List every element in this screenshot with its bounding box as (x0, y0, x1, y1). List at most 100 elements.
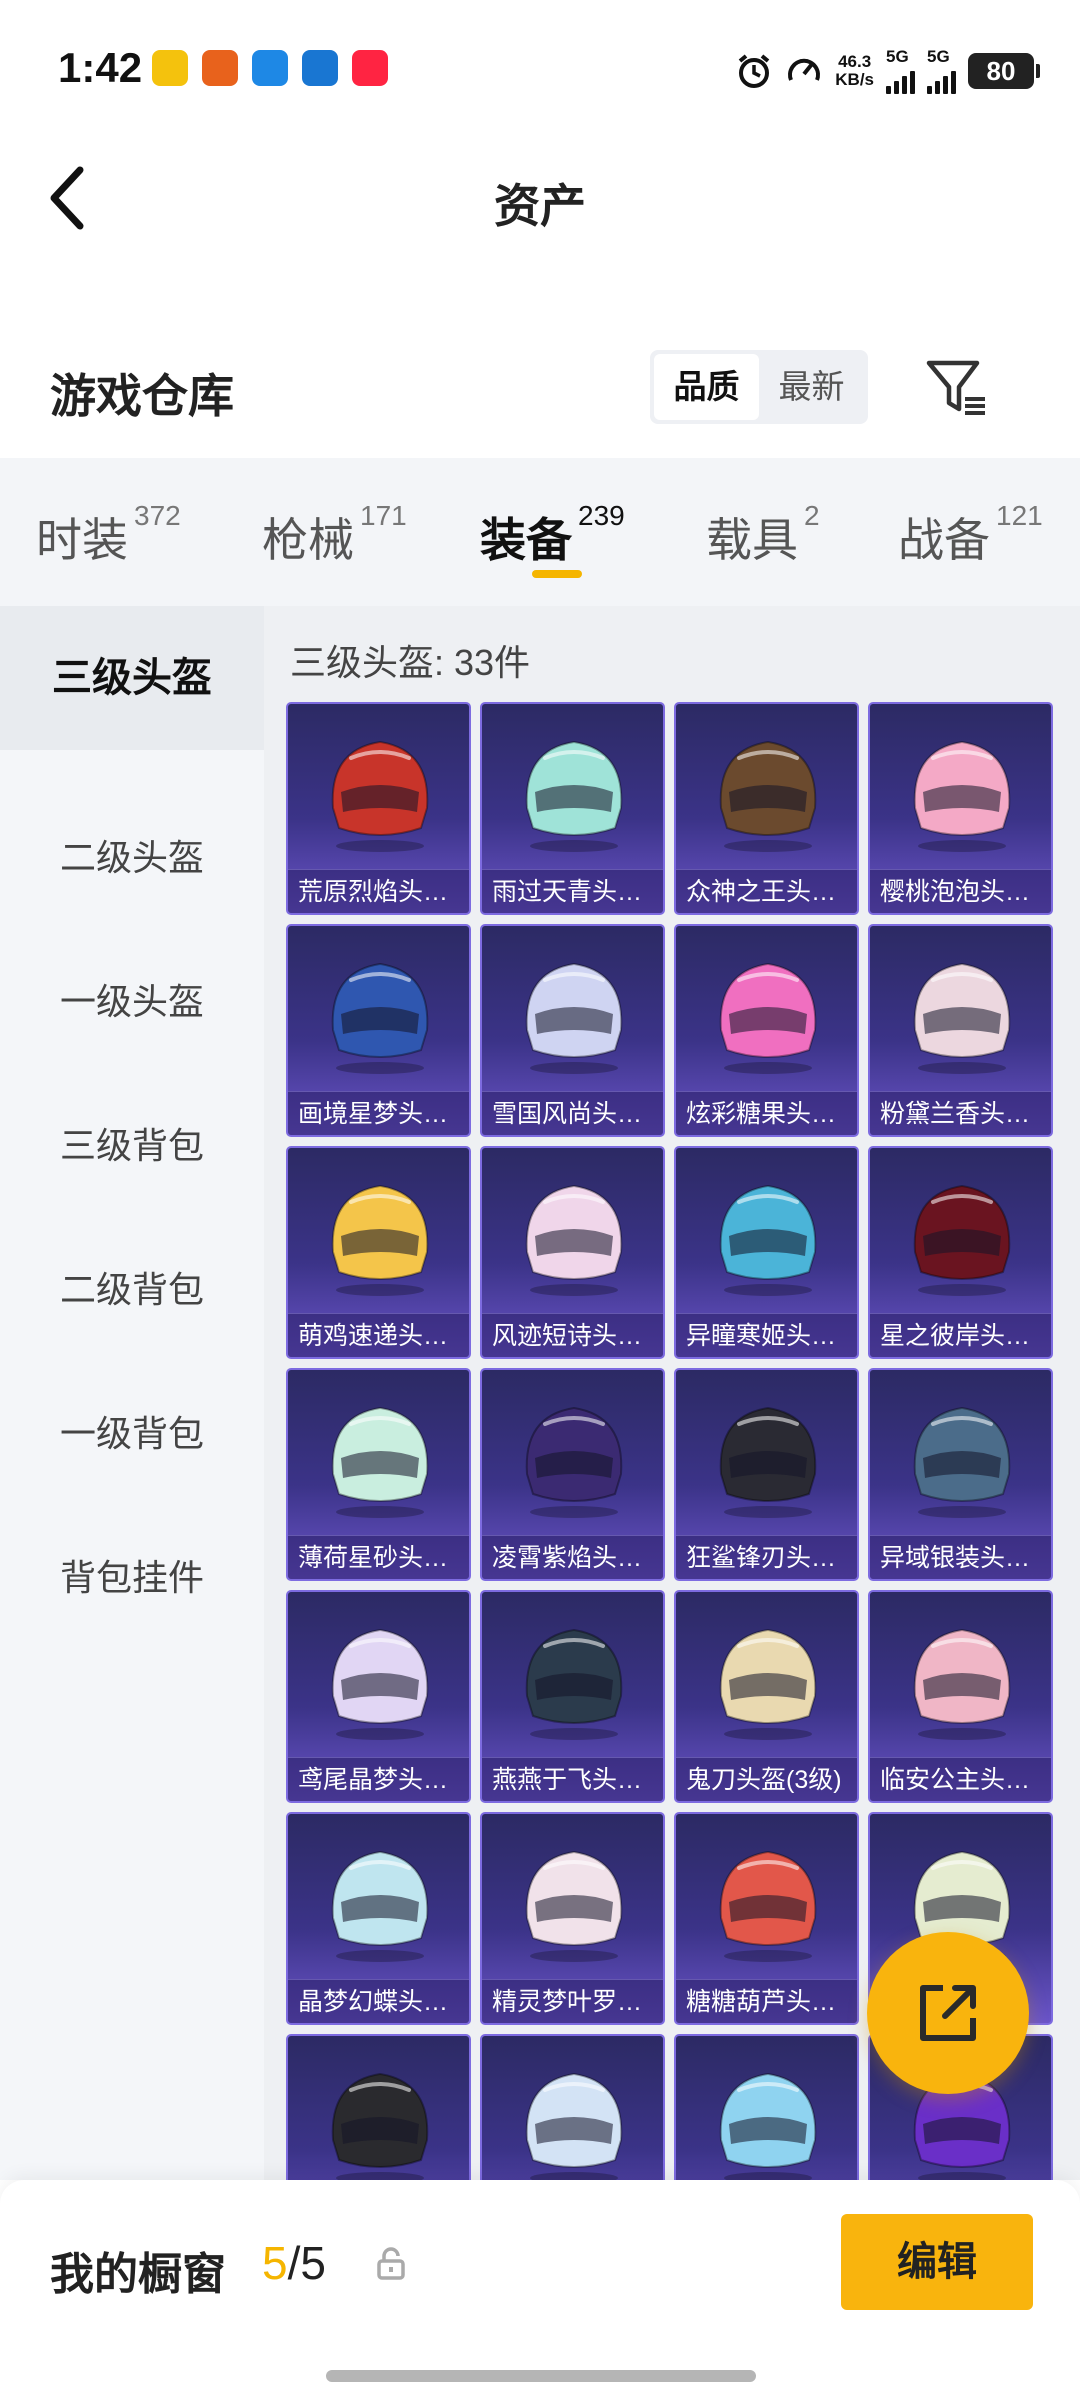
signal-2: 5G (927, 48, 956, 94)
helmet-icon (525, 962, 623, 1074)
alarm-icon (738, 54, 770, 88)
external-link-icon (920, 1985, 976, 2041)
notification-app-icons (152, 50, 388, 86)
sort-quality-button[interactable]: 品质 (654, 354, 759, 420)
helmet-icon (525, 2072, 623, 2180)
helmet-card[interactable]: 异瞳寒姬头… (674, 1146, 859, 1359)
helmet-card[interactable]: 萌鸡速递头… (286, 1146, 471, 1359)
helmet-name: 画境星梦头… (288, 1091, 469, 1135)
helmet-icon (719, 1184, 817, 1296)
sidebar-item-level1-helmet[interactable]: 一级头盔 (0, 966, 264, 1038)
sidebar-item-level2-backpack[interactable]: 二级背包 (0, 1254, 264, 1326)
sidebar-item-level3-helmet[interactable]: 三级头盔 (0, 606, 264, 750)
helmet-name: 鸢尾晶梦头… (288, 1757, 469, 1801)
helmet-card[interactable]: 樱桃泡泡头… (868, 702, 1053, 915)
showcase-count: 5/5 (262, 2237, 326, 2289)
helmet-card[interactable]: 众神之王头… (674, 702, 859, 915)
share-button[interactable] (867, 1932, 1029, 2094)
helmet-name: 萌鸡速递头… (288, 1313, 469, 1357)
home-indicator[interactable] (326, 2370, 756, 2382)
helmet-icon (331, 1406, 429, 1518)
sidebar-item-backpack-charm[interactable]: 背包挂件 (0, 1542, 264, 1614)
helmet-name: 粉黛兰香头… (870, 1091, 1051, 1135)
helmet-card[interactable]: 鬼刀头盔(3级) (674, 1590, 859, 1803)
helmet-card[interactable]: 粉黛兰香头… (868, 924, 1053, 1137)
sidebar-item-level1-backpack[interactable]: 一级背包 (0, 1398, 264, 1470)
helmet-card[interactable]: 薄荷星砂头… (286, 1368, 471, 1581)
helmet-card[interactable]: 炫彩糖果头… (674, 924, 859, 1137)
helmet-icon (913, 740, 1011, 852)
helmet-name: 荒原烈焰头… (288, 869, 469, 913)
tab-fashion[interactable]: 时装 372 (36, 500, 181, 570)
helmet-name: 众神之王头… (676, 869, 857, 913)
helmet-name: 异域银装头… (870, 1535, 1051, 1579)
tab-vehicles[interactable]: 载具 2 (706, 500, 820, 570)
helmet-name: 薄荷星砂头… (288, 1535, 469, 1579)
helmet-card[interactable]: 异域银装头… (868, 1368, 1053, 1581)
helmet-card[interactable]: 荒原烈焰头… (286, 702, 471, 915)
helmet-card[interactable]: 雪国风尚头… (480, 924, 665, 1137)
helmet-icon (719, 2072, 817, 2180)
sidebar-item-level3-backpack[interactable]: 三级背包 (0, 1110, 264, 1182)
helmet-name: 燕燕于飞头… (482, 1757, 663, 1801)
helmet-card[interactable]: 风迹短诗头… (480, 1146, 665, 1359)
helmet-card[interactable]: 凌霄紫焰头… (480, 1368, 665, 1581)
helmet-card[interactable]: 雨过天青头… (480, 702, 665, 915)
helmet-name: 炫彩糖果头… (676, 1091, 857, 1135)
warehouse-title: 游戏仓库 (50, 370, 234, 422)
pumpkin-app-icon (202, 50, 238, 86)
helmet-icon (525, 1406, 623, 1518)
helmet-card[interactable] (674, 2034, 859, 2180)
helmet-card[interactable] (480, 2034, 665, 2180)
battery-icon: 80 (968, 53, 1040, 89)
sort-newest-button[interactable]: 最新 (759, 354, 864, 420)
filter-icon (926, 360, 985, 415)
helmet-name: 糖糖葫芦头… (676, 1979, 857, 2023)
helmet-icon (913, 962, 1011, 1074)
helmet-icon (719, 1406, 817, 1518)
tab-supplies[interactable]: 战备 121 (898, 500, 1043, 570)
helmet-name: 雨过天青头… (482, 869, 663, 913)
helmet-card[interactable]: 晶梦幻蝶头… (286, 1812, 471, 2025)
helmet-icon (331, 962, 429, 1074)
status-time: 1:42 (58, 44, 143, 91)
helmet-icon (331, 2072, 429, 2180)
showcase-bar: 我的橱窗 5/5 编辑 (0, 2180, 1080, 2400)
browser-app-icon (252, 50, 288, 86)
status-bar: 1:42 46.3 KB/s 5G 5G 80 (0, 0, 1080, 140)
speedometer-icon (788, 58, 821, 81)
edit-showcase-button[interactable]: 编辑 (841, 2214, 1033, 2310)
sidebar-item-level2-helmet[interactable]: 二级头盔 (0, 822, 264, 894)
page-title: 资产 (494, 180, 586, 232)
helmet-icon (525, 1850, 623, 1962)
helmet-icon (719, 962, 817, 1074)
helmet-icon (913, 1406, 1011, 1518)
helmet-name: 樱桃泡泡头… (870, 869, 1051, 913)
active-tab-indicator (532, 570, 582, 578)
helmet-card[interactable]: 精灵梦叶罗… (480, 1812, 665, 2025)
helmet-card[interactable]: 燕燕于飞头… (480, 1590, 665, 1803)
helmet-name: 风迹短诗头… (482, 1313, 663, 1357)
sort-toggle: 品质 最新 (650, 350, 868, 424)
helmet-icon (331, 1628, 429, 1740)
signal-bars-icon (886, 66, 915, 94)
helmet-name: 凌霄紫焰头… (482, 1535, 663, 1579)
helmet-name: 鬼刀头盔(3级) (676, 1757, 857, 1801)
helmet-card[interactable]: 画境星梦头… (286, 924, 471, 1137)
net-speed: 46.3 KB/s (835, 52, 874, 89)
helmet-card[interactable]: 狂鲨锋刃头… (674, 1368, 859, 1581)
helmet-card[interactable]: 星之彼岸头… (868, 1146, 1053, 1359)
helmet-name: 星之彼岸头… (870, 1313, 1051, 1357)
helmet-card[interactable]: 鸢尾晶梦头… (286, 1590, 471, 1803)
sidebar: 三级头盔 二级头盔 一级头盔 三级背包 二级背包 一级背包 背包挂件 (0, 606, 264, 2180)
helmet-name: 异瞳寒姬头… (676, 1313, 857, 1357)
tab-guns[interactable]: 枪械 171 (262, 500, 407, 570)
helmet-icon (331, 1850, 429, 1962)
filter-button[interactable] (925, 355, 989, 419)
tab-equipment[interactable]: 装备 239 (480, 500, 625, 570)
helmet-card[interactable] (286, 2034, 471, 2180)
helmet-icon (913, 1628, 1011, 1740)
helmet-icon (719, 1850, 817, 1962)
helmet-card[interactable]: 临安公主头… (868, 1590, 1053, 1803)
helmet-card[interactable]: 糖糖葫芦头… (674, 1812, 859, 2025)
